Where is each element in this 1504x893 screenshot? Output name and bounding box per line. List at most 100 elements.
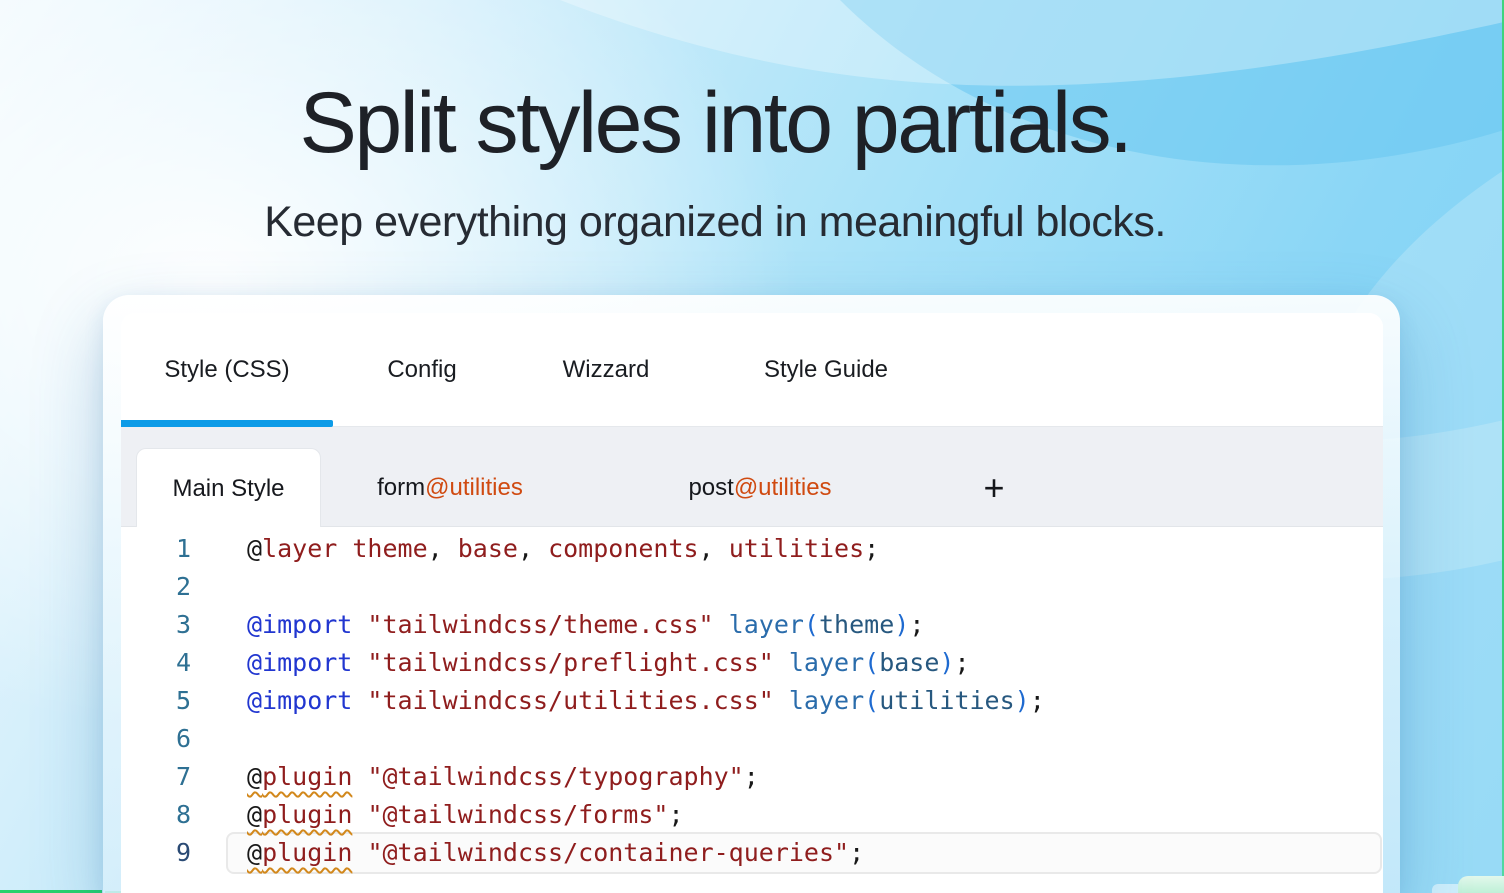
code-token	[352, 610, 367, 639]
line-number: 1	[121, 530, 191, 568]
code-token: @import	[247, 648, 352, 677]
code-text: @import "tailwindcss/theme.css" layer(th…	[191, 606, 924, 644]
code-token: "tailwindcss/utilities.css"	[367, 686, 773, 715]
code-token	[352, 800, 367, 829]
code-token: )	[939, 648, 954, 677]
code-token: plugin	[262, 800, 352, 829]
code-token: @import	[247, 686, 352, 715]
line-number: 5	[121, 682, 191, 720]
code-token: layer	[729, 610, 804, 639]
code-token	[352, 686, 367, 715]
tab-style-guide[interactable]: Style Guide	[701, 313, 951, 426]
code-line[interactable]: 8@plugin "@tailwindcss/forms";	[121, 796, 1383, 834]
editor-card: Style (CSS) Config Wizzard Style Guide Main…	[121, 313, 1383, 893]
code-token: ;	[1030, 686, 1045, 715]
tab-wizzard[interactable]: Wizzard	[511, 313, 701, 426]
code-token: (	[864, 686, 879, 715]
tab-style-css[interactable]: Style (CSS)	[121, 313, 333, 426]
line-number: 9	[121, 834, 191, 872]
code-text: @import "tailwindcss/preflight.css" laye…	[191, 644, 970, 682]
code-text: @plugin "@tailwindcss/forms";	[191, 796, 684, 834]
code-text: @plugin "@tailwindcss/typography";	[191, 758, 759, 796]
code-token: ,	[699, 534, 729, 563]
line-number: 6	[121, 720, 191, 758]
code-text: @plugin "@tailwindcss/container-queries"…	[191, 834, 864, 872]
line-number: 7	[121, 758, 191, 796]
code-token: ,	[428, 534, 458, 563]
code-token: "@tailwindcss/forms"	[367, 800, 668, 829]
page-subtitle: Keep everything organized in meaningful …	[0, 198, 1430, 247]
code-token: )	[1015, 686, 1030, 715]
code-token	[714, 610, 729, 639]
code-token: (	[864, 648, 879, 677]
code-token: )	[894, 610, 909, 639]
tab-label: Style (CSS)	[164, 356, 289, 384]
code-token: "tailwindcss/theme.css"	[367, 610, 713, 639]
code-token	[774, 686, 789, 715]
tab-config[interactable]: Config	[333, 313, 511, 426]
code-token	[352, 648, 367, 677]
code-token: @	[247, 762, 262, 791]
green-bottom-right-corner	[1458, 876, 1504, 893]
code-token: theme	[819, 610, 894, 639]
line-number: 8	[121, 796, 191, 834]
file-tab-label: Main Style	[172, 475, 284, 503]
code-token: ;	[744, 762, 759, 791]
code-token: ;	[864, 534, 879, 563]
code-token: @	[247, 800, 262, 829]
code-text	[191, 720, 247, 758]
file-tab-label-accent: @utilities	[425, 474, 523, 502]
file-tab-label: post	[688, 474, 733, 502]
code-token	[352, 838, 367, 867]
code-line[interactable]: 6	[121, 720, 1383, 758]
code-text: @layer theme, base, components, utilitie…	[191, 530, 879, 568]
code-token: components	[548, 534, 699, 563]
code-token: "@tailwindcss/container-queries"	[367, 838, 849, 867]
code-token: plugin	[262, 838, 352, 867]
file-tab-post-utilities[interactable]: post @utilities	[665, 448, 855, 528]
code-token: (	[804, 610, 819, 639]
blue-bottom-right-corner	[1432, 884, 1458, 893]
main-tab-bar: Style (CSS) Config Wizzard Style Guide	[121, 313, 1383, 427]
code-line[interactable]: 3@import "tailwindcss/theme.css" layer(t…	[121, 606, 1383, 644]
code-token: @import	[247, 610, 352, 639]
page-title: Split styles into partials.	[0, 78, 1430, 168]
code-token: layer	[789, 648, 864, 677]
line-number: 3	[121, 606, 191, 644]
file-tab-label: form	[377, 474, 425, 502]
code-editor[interactable]: 1@layer theme, base, components, utiliti…	[121, 527, 1383, 892]
tab-label: Style Guide	[764, 356, 888, 384]
code-token: utilities	[729, 534, 864, 563]
code-token: ;	[668, 800, 683, 829]
code-token: layer	[789, 686, 864, 715]
code-token: base	[879, 648, 939, 677]
code-token: ;	[954, 648, 969, 677]
code-token: layer theme	[262, 534, 428, 563]
code-token: "@tailwindcss/typography"	[367, 762, 743, 791]
code-line[interactable]: 2	[121, 568, 1383, 606]
code-line[interactable]: 7@plugin "@tailwindcss/typography";	[121, 758, 1383, 796]
code-token: ;	[849, 838, 864, 867]
add-tab-button[interactable]: +	[964, 448, 1024, 528]
file-tab-label-accent: @utilities	[734, 474, 832, 502]
file-tab-form-utilities[interactable]: form @utilities	[355, 448, 545, 528]
code-line[interactable]: 5@import "tailwindcss/utilities.css" lay…	[121, 682, 1383, 720]
line-number: 2	[121, 568, 191, 606]
code-token: plugin	[262, 762, 352, 791]
code-token: @	[247, 838, 262, 867]
code-text: @import "tailwindcss/utilities.css" laye…	[191, 682, 1045, 720]
code-token: base	[458, 534, 518, 563]
code-line[interactable]: 1@layer theme, base, components, utiliti…	[121, 530, 1383, 568]
tab-label: Wizzard	[563, 356, 650, 384]
code-line[interactable]: 4@import "tailwindcss/preflight.css" lay…	[121, 644, 1383, 682]
file-tab-main-style[interactable]: Main Style	[136, 448, 321, 529]
code-token: @	[247, 534, 262, 563]
tab-label: Config	[387, 356, 456, 384]
code-token	[774, 648, 789, 677]
file-tab-bar: Main Styleform @utilitiespost @utilities…	[121, 427, 1383, 527]
code-token: ;	[909, 610, 924, 639]
editor-card-frame: Style (CSS) Config Wizzard Style Guide Main…	[103, 295, 1400, 893]
code-line[interactable]: 9@plugin "@tailwindcss/container-queries…	[121, 834, 1383, 872]
code-token: utilities	[879, 686, 1014, 715]
code-token: "tailwindcss/preflight.css"	[367, 648, 773, 677]
